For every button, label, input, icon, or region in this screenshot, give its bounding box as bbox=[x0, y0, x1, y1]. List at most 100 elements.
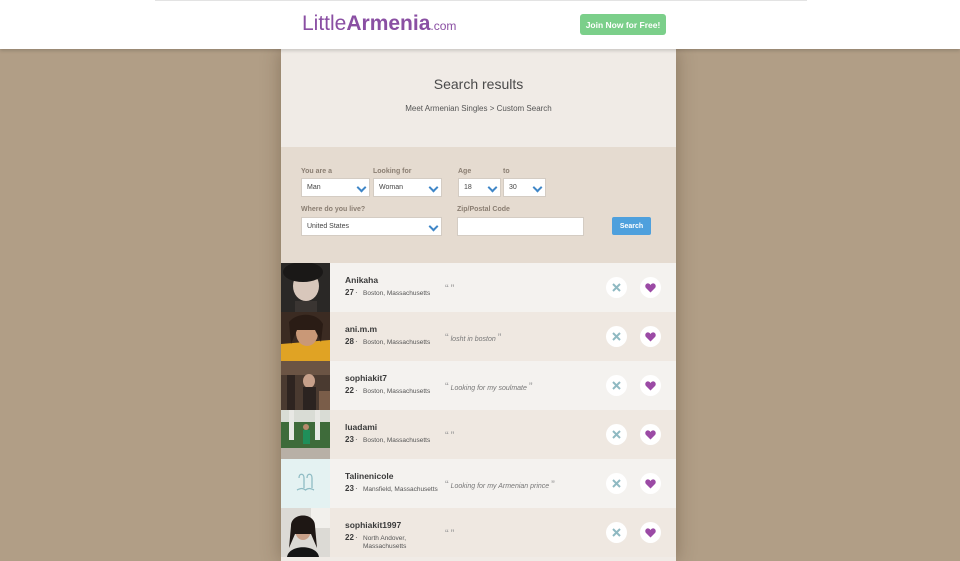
like-button[interactable] bbox=[640, 277, 661, 298]
age-label: Age bbox=[458, 168, 472, 175]
quote-text: Looking for my soulmate bbox=[450, 385, 527, 392]
close-quote-icon: ” bbox=[450, 528, 455, 540]
username[interactable]: sophiakit1997 bbox=[345, 520, 401, 530]
results-header: Search results Meet Armenian Singles > C… bbox=[281, 49, 676, 147]
zip-input[interactable] bbox=[457, 217, 584, 236]
separator-dot: · bbox=[355, 337, 358, 346]
age: 23 bbox=[345, 435, 354, 444]
result-row[interactable]: sophiakit7 22 · Boston, Massachusetts “ … bbox=[281, 361, 676, 410]
dismiss-button[interactable] bbox=[606, 277, 627, 298]
dismiss-button[interactable] bbox=[606, 522, 627, 543]
separator-dot: · bbox=[355, 484, 358, 493]
result-row[interactable]: ani.m.m 28 · Boston, Massachusetts “ los… bbox=[281, 312, 676, 361]
heart-icon bbox=[645, 282, 656, 292]
profile-photo[interactable] bbox=[281, 312, 330, 361]
like-button[interactable] bbox=[640, 522, 661, 543]
dismiss-button[interactable] bbox=[606, 473, 627, 494]
open-quote-icon: “ bbox=[445, 479, 449, 491]
profile-quote: “ ” bbox=[445, 430, 454, 442]
separator-dot: · bbox=[355, 288, 358, 297]
separator-dot: · bbox=[355, 435, 358, 444]
separator-dot: · bbox=[355, 386, 358, 395]
age: 22 bbox=[345, 533, 354, 542]
quote-text: Looking for my Armenian prince bbox=[450, 483, 550, 490]
looking-for-select[interactable]: Woman bbox=[373, 178, 442, 197]
age-to-select[interactable]: 30 bbox=[503, 178, 546, 197]
like-button[interactable] bbox=[640, 424, 661, 445]
dismiss-button[interactable] bbox=[606, 326, 627, 347]
age: 28 bbox=[345, 337, 354, 346]
close-quote-icon: ” bbox=[450, 430, 455, 442]
profile-quote: “ Looking for my Armenian prince ” bbox=[445, 479, 555, 491]
profile-quote: “ ” bbox=[445, 528, 454, 540]
close-icon bbox=[612, 430, 621, 439]
heart-icon bbox=[645, 429, 656, 439]
location: Mansfield, Massachusetts bbox=[363, 486, 438, 493]
chevron-down-icon bbox=[428, 221, 439, 232]
profile-photo[interactable] bbox=[281, 459, 330, 508]
zip-label: Zip/Postal Code bbox=[457, 206, 510, 213]
username[interactable]: luadami bbox=[345, 422, 377, 432]
dismiss-button[interactable] bbox=[606, 375, 627, 396]
where-label: Where do you live? bbox=[301, 206, 366, 213]
close-icon bbox=[612, 283, 621, 292]
chevron-down-icon bbox=[487, 182, 498, 193]
separator-dot: · bbox=[355, 533, 358, 542]
country-select[interactable]: United States bbox=[301, 217, 442, 236]
close-icon bbox=[612, 528, 621, 537]
profile-quote: “ ” bbox=[445, 283, 454, 295]
result-row[interactable]: Anikaha 27 · Boston, Massachusetts “ ” bbox=[281, 263, 676, 312]
dismiss-button[interactable] bbox=[606, 424, 627, 445]
profile-photo[interactable] bbox=[281, 361, 330, 410]
result-row[interactable]: luadami 23 · Boston, Massachusetts “ ” bbox=[281, 410, 676, 459]
close-icon bbox=[612, 332, 621, 341]
join-now-button[interactable]: Join Now for Free! bbox=[580, 14, 666, 35]
profile-quote: “ Looking for my soulmate ” bbox=[445, 381, 533, 393]
username[interactable]: ani.m.m bbox=[345, 324, 377, 334]
profile-photo[interactable] bbox=[281, 263, 330, 312]
close-quote-icon: ” bbox=[497, 332, 502, 344]
results-list: Anikaha 27 · Boston, Massachusetts “ ” a… bbox=[281, 263, 676, 557]
age: 23 bbox=[345, 484, 354, 493]
site-logo[interactable]: LittleArmenia.com bbox=[302, 12, 456, 36]
heart-icon bbox=[645, 331, 656, 341]
country-select-value: United States bbox=[307, 223, 350, 230]
quote-text: losht in boston bbox=[450, 336, 496, 343]
profile-photo[interactable] bbox=[281, 410, 330, 459]
like-button[interactable] bbox=[640, 473, 661, 494]
open-quote-icon: “ bbox=[445, 528, 449, 540]
you-are-label: You are a bbox=[301, 168, 332, 175]
age-from-select[interactable]: 18 bbox=[458, 178, 501, 197]
location: Boston, Massachusetts bbox=[363, 437, 431, 444]
age: 22 bbox=[345, 386, 354, 395]
close-quote-icon: ” bbox=[450, 283, 455, 295]
like-button[interactable] bbox=[640, 375, 661, 396]
profile-photo[interactable] bbox=[281, 508, 330, 557]
chevron-down-icon bbox=[356, 182, 367, 193]
header-top-line bbox=[155, 0, 807, 1]
gender-select[interactable]: Man bbox=[301, 178, 370, 197]
username[interactable]: sophiakit7 bbox=[345, 373, 387, 383]
age-to-label: to bbox=[503, 168, 510, 175]
result-row[interactable]: sophiakit1997 22 · North Andover, Massac… bbox=[281, 508, 676, 557]
age-from-value: 18 bbox=[464, 184, 472, 191]
close-quote-icon: ” bbox=[528, 381, 533, 393]
gender-select-value: Man bbox=[307, 184, 321, 191]
looking-for-select-value: Woman bbox=[379, 184, 403, 191]
heart-icon bbox=[645, 527, 656, 537]
search-form: You are a Looking for Age to Man Woman 1… bbox=[281, 147, 676, 263]
search-button[interactable]: Search bbox=[612, 217, 651, 235]
result-row[interactable]: Talinenicole 23 · Mansfield, Massachuset… bbox=[281, 459, 676, 508]
age-to-value: 30 bbox=[509, 184, 517, 191]
like-button[interactable] bbox=[640, 326, 661, 347]
username[interactable]: Anikaha bbox=[345, 275, 378, 285]
page-title: Search results bbox=[433, 76, 524, 92]
location: Boston, Massachusetts bbox=[363, 290, 431, 297]
chevron-down-icon bbox=[532, 182, 543, 193]
chevron-down-icon bbox=[428, 182, 439, 193]
username[interactable]: Talinenicole bbox=[345, 471, 394, 481]
open-quote-icon: “ bbox=[445, 332, 449, 344]
looking-for-label: Looking for bbox=[373, 168, 412, 175]
open-quote-icon: “ bbox=[445, 430, 449, 442]
main-panel: Search results Meet Armenian Singles > C… bbox=[281, 49, 676, 561]
